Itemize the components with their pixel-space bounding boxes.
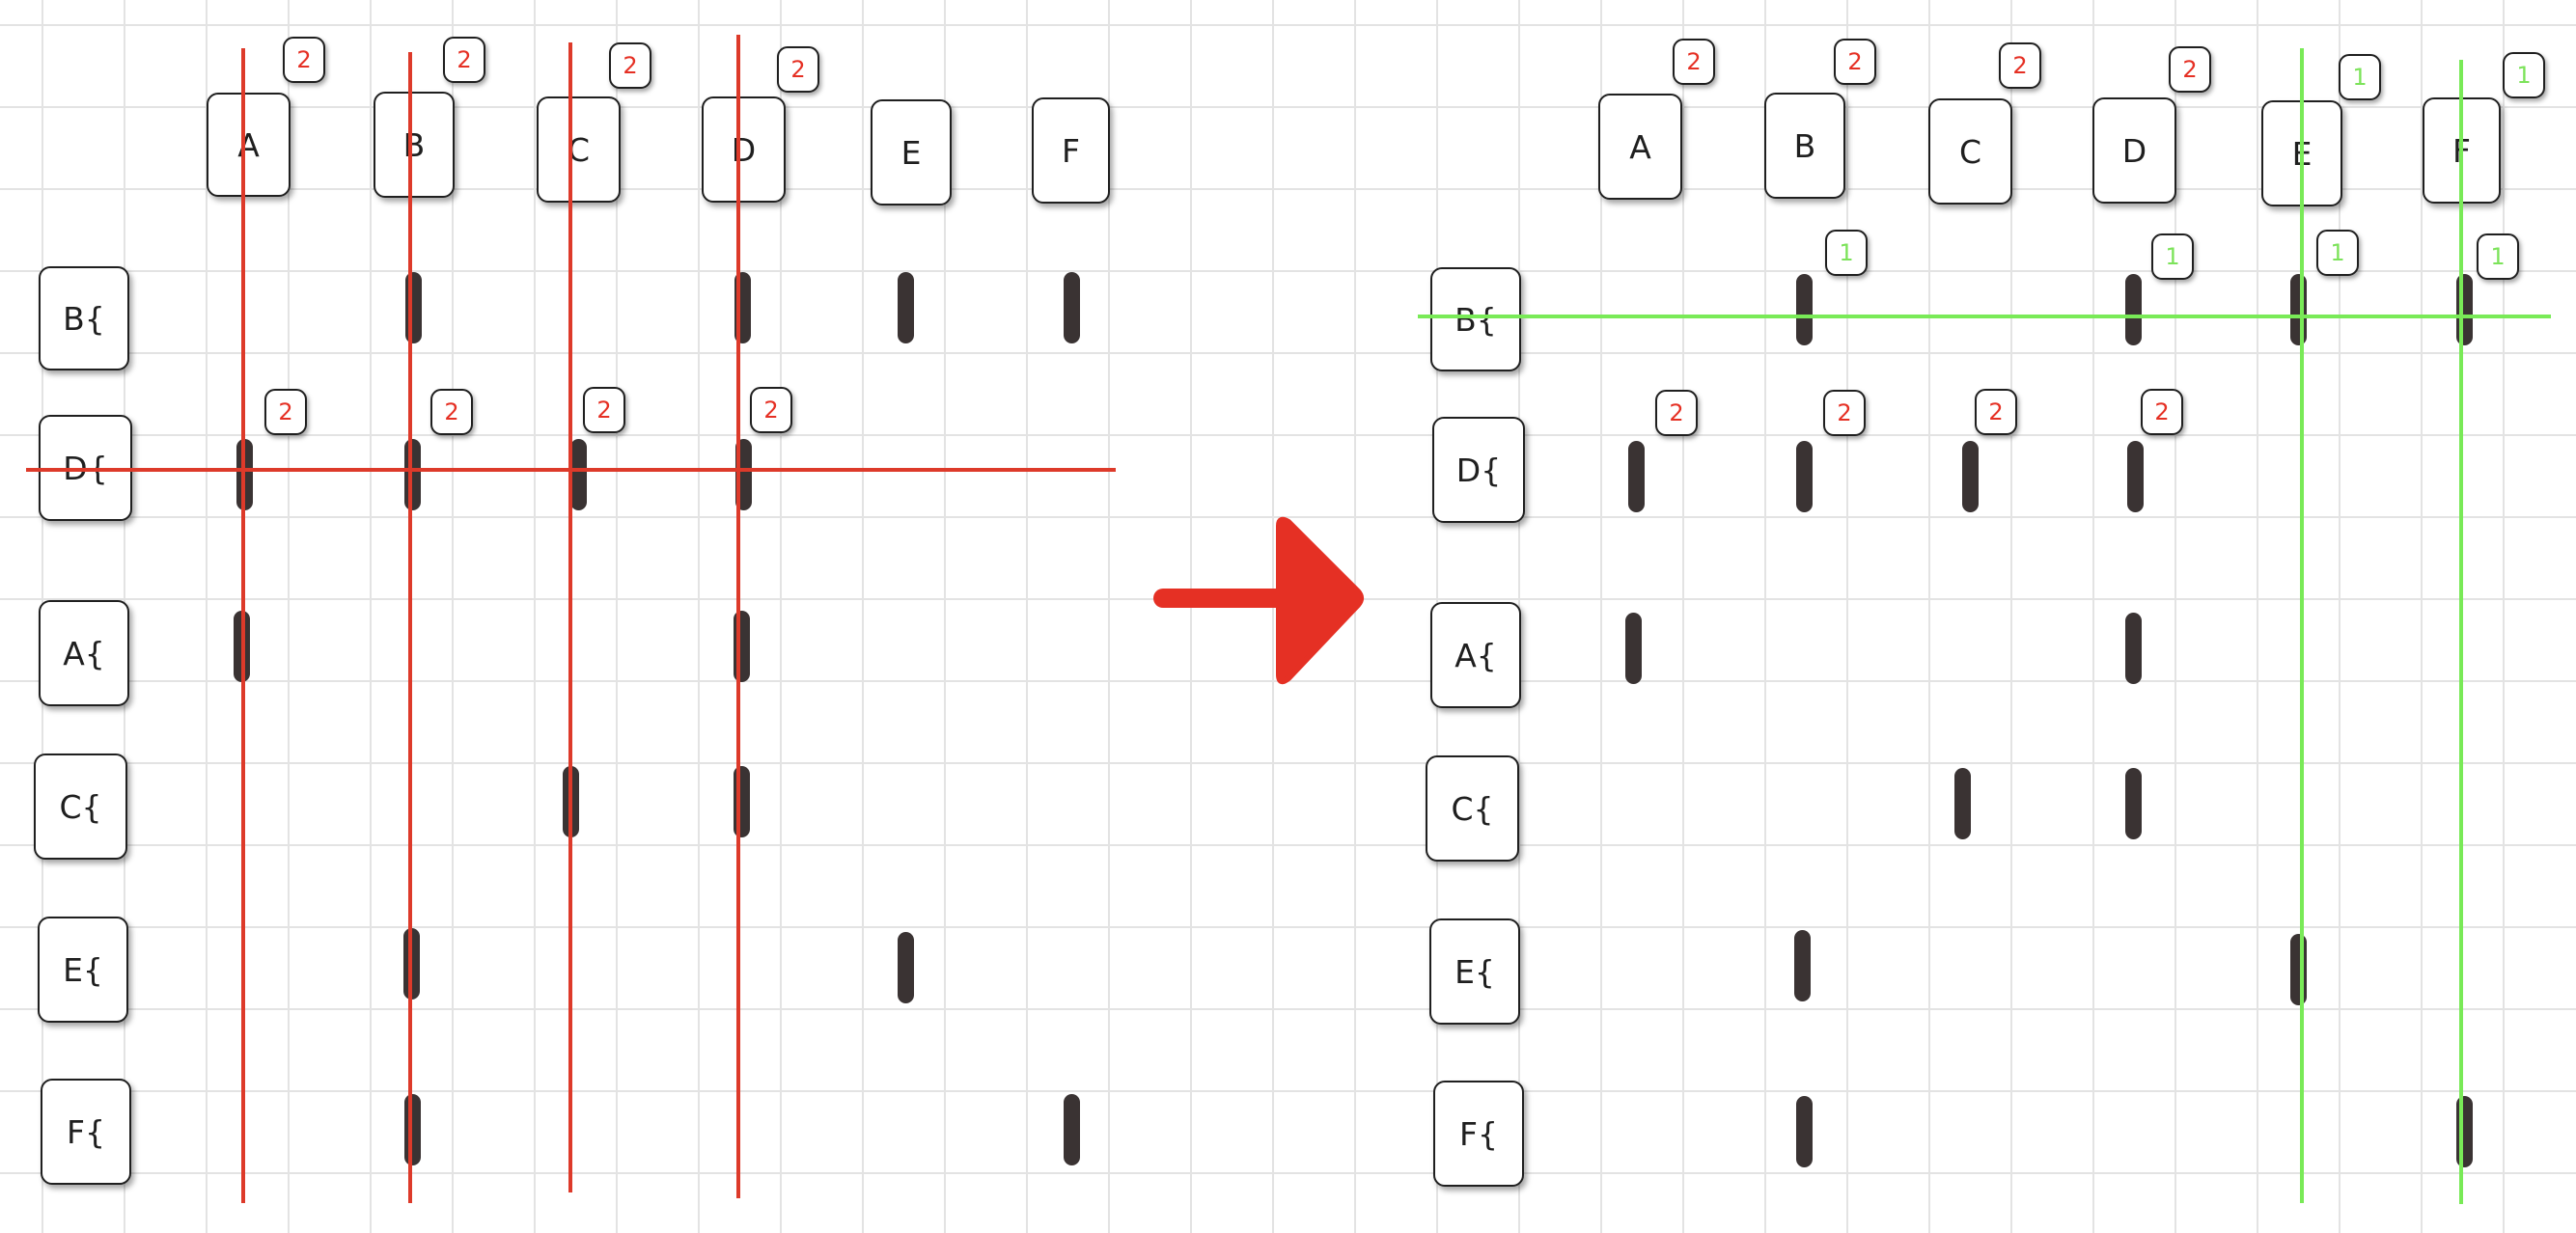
right-mark-b-d [2125, 274, 2142, 345]
left-strike-line-d [736, 35, 740, 1198]
left-column-badge: 2 [777, 46, 819, 93]
left-mark-b-e [898, 272, 914, 343]
left-column-node-d: D [702, 96, 786, 203]
left-mark-f-f [1064, 1094, 1080, 1165]
right-column-badge: 1 [2339, 54, 2381, 100]
left-row-node-c: C{ [34, 754, 127, 860]
left-mark-d-b [404, 439, 421, 510]
left-mark-b-f [1064, 272, 1080, 343]
right-mark-c-c [1954, 768, 1971, 839]
right-mark-d-b [1796, 441, 1813, 512]
left-column-node-f: F [1032, 97, 1110, 204]
left-column-node-b: B [374, 92, 455, 198]
left-row-d-badge: 2 [750, 387, 792, 433]
right-row-node-d: D{ [1432, 417, 1525, 523]
right-row-node-a: A{ [1430, 602, 1521, 708]
right-mark-a-a [1625, 613, 1642, 684]
left-row-d-badge: 2 [430, 389, 473, 435]
right-row-node-c: C{ [1426, 755, 1519, 862]
transition-arrow-icon [1153, 516, 1364, 685]
right-column-node-c: C [1928, 98, 2012, 205]
right-strike-line-f [2459, 60, 2463, 1204]
right-column-node-b: B [1764, 93, 1845, 199]
left-column-node-c: C [537, 96, 621, 203]
diagram-canvas: A B C D E F B{ D{ A{ C{ E{ F{ 2 2 2 2 2 … [0, 0, 2576, 1233]
right-strike-line-row-b [1418, 315, 2551, 318]
right-row-d-badge: 2 [2141, 389, 2183, 435]
right-mark-d-a [1628, 441, 1645, 512]
left-mark-d-c [570, 439, 587, 510]
right-row-d-badge: 2 [1655, 390, 1698, 436]
right-row-b-badge: 1 [2477, 233, 2519, 280]
right-row-node-e: E{ [1429, 918, 1520, 1025]
left-row-d-badge: 2 [264, 389, 307, 435]
right-mark-b-b [1796, 274, 1813, 345]
left-row-node-e: E{ [38, 917, 128, 1023]
right-mark-d-c [1962, 441, 1979, 512]
left-row-node-a: A{ [39, 600, 129, 706]
right-strike-line-e [2300, 48, 2304, 1203]
right-mark-c-d [2125, 768, 2142, 839]
right-mark-a-d [2125, 613, 2142, 684]
right-row-node-f: F{ [1433, 1081, 1524, 1187]
left-strike-line-a [241, 48, 245, 1203]
left-column-node-a: A [207, 93, 291, 197]
left-row-node-b: B{ [39, 266, 129, 370]
right-mark-d-d [2127, 441, 2144, 512]
left-column-node-e: E [871, 99, 952, 206]
right-row-d-badge: 2 [1823, 390, 1866, 436]
right-row-b-badge: 1 [1825, 230, 1868, 276]
left-mark-e-e [898, 932, 914, 1003]
right-mark-e-e [2290, 934, 2307, 1005]
right-row-node-b: B{ [1430, 267, 1521, 371]
right-mark-e-b [1794, 930, 1811, 1001]
left-column-badge: 2 [609, 42, 651, 89]
right-column-node-d: D [2092, 97, 2176, 204]
left-mark-f-b [404, 1094, 421, 1165]
right-column-badge: 2 [1673, 39, 1715, 85]
right-column-badge: 2 [2169, 46, 2211, 93]
right-row-b-badge: 1 [2151, 233, 2194, 280]
left-column-badge: 2 [443, 37, 485, 83]
right-mark-b-e [2290, 274, 2307, 345]
left-column-badge: 2 [283, 37, 325, 83]
left-strike-line-c [568, 42, 572, 1192]
right-row-d-badge: 2 [1975, 389, 2017, 435]
left-row-node-f: F{ [41, 1079, 131, 1185]
left-strike-line-b [408, 52, 412, 1203]
right-column-badge: 2 [1999, 42, 2041, 89]
right-row-b-badge: 1 [2316, 230, 2359, 276]
right-mark-f-b [1796, 1096, 1813, 1167]
right-column-badge: 1 [2503, 52, 2545, 98]
left-row-d-badge: 2 [583, 387, 625, 433]
left-strike-line-row-d [26, 468, 1116, 472]
right-column-node-a: A [1598, 94, 1682, 200]
right-column-badge: 2 [1834, 39, 1876, 85]
